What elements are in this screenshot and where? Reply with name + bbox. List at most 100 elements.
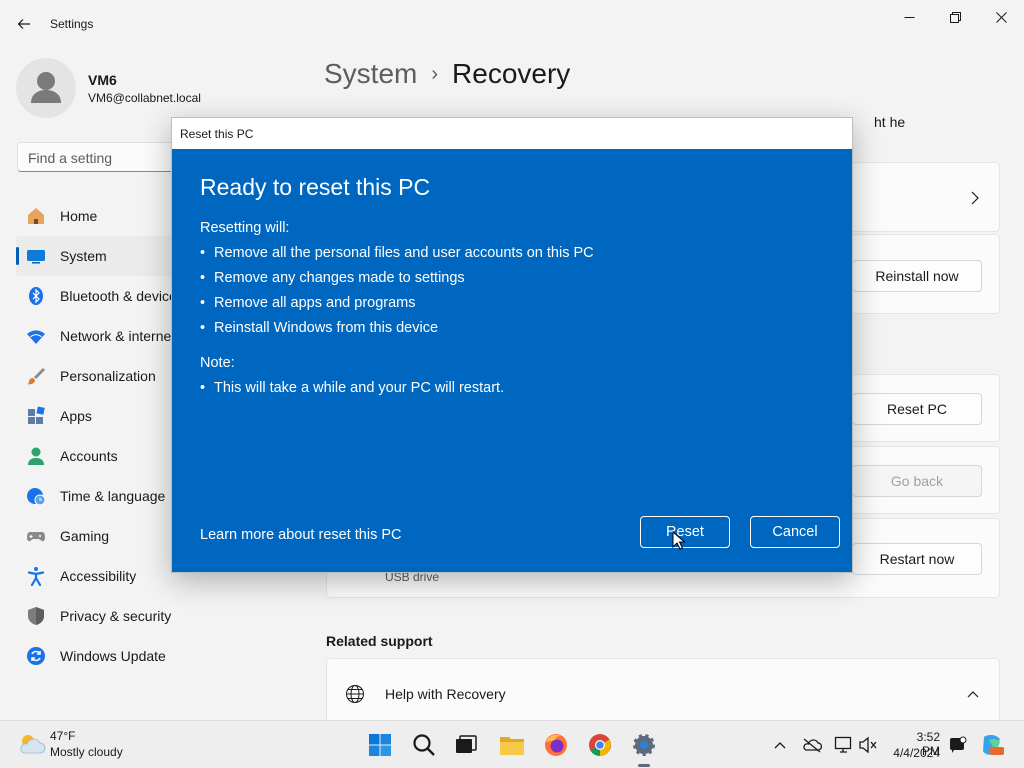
task-view-icon [456,735,477,753]
reset-pc-button[interactable]: Reset PC [852,393,982,425]
sidebar-item-privacy[interactable]: Privacy & security [16,596,296,636]
dialog-heading: Ready to reset this PC [200,174,431,200]
folder-icon [500,737,524,755]
avatar [16,58,76,118]
search-taskbar-button[interactable] [408,729,440,761]
title-bar: Settings [0,0,1024,48]
page-title: Recovery [452,58,571,89]
list-item: • Remove all apps and programs [200,291,594,316]
task-view-button[interactable] [450,729,482,761]
sidebar-item-label: Privacy & security [60,608,172,624]
list-item-text: Remove any changes made to settings [214,270,465,286]
copilot-button[interactable] [976,729,1008,761]
start-button[interactable] [364,729,396,761]
back-button[interactable] [10,10,38,38]
sidebar-item-label: Accessibility [60,568,137,584]
go-back-button[interactable]: Go back [852,465,982,497]
notification-icon [950,736,967,753]
dialog-body: Resetting will: • Remove all the personal… [200,216,594,401]
volume-tray-button[interactable] [858,735,878,755]
weather-widget[interactable]: 47°F Mostly cloudy [14,721,134,768]
settings-taskbar-button[interactable] [628,729,660,761]
minimize-icon [904,16,914,18]
list-item: • This will take a while and your PC will… [200,376,594,401]
search-placeholder: Find a setting [28,150,113,166]
home-icon [26,206,46,226]
sidebar-item-windows-update[interactable]: Windows Update [16,636,296,676]
resetting-label: Resetting will: [200,220,290,236]
list-item: • Reinstall Windows from this device [200,316,594,341]
sidebar-item-label: Bluetooth & devices [60,288,184,304]
user-email: VM6@collabnet.local [88,91,201,105]
accounts-icon [26,446,46,466]
taskbar: 47°F Mostly cloudy 3:52 PM 4/4/2024 [0,720,1024,768]
search-icon [413,734,435,756]
list-item-text: Remove all the personal files and user a… [214,245,594,261]
chevron-right-icon: › [431,62,439,85]
chevron-up-icon[interactable] [967,690,979,698]
shield-icon [26,606,46,626]
bluetooth-icon [26,286,46,306]
dialog-title: Reset this PC [180,127,254,141]
bullet: • [200,320,206,336]
dialog-title-bar: Reset this PC [172,118,852,149]
sidebar-item-label: Accounts [60,448,118,464]
onedrive-tray-button[interactable] [802,735,822,755]
person-icon [31,72,61,103]
tray-overflow-button[interactable] [770,735,790,755]
list-item-text: This will take a while and your PC will … [214,380,505,396]
app-title: Settings [50,17,94,31]
minimize-button[interactable] [886,0,932,34]
active-app-indicator [638,764,650,767]
reset-dialog: Reset this PC Ready to reset this PC Res… [171,117,853,573]
close-button[interactable] [978,0,1024,34]
network-monitor-icon [834,736,852,753]
firefox-button[interactable] [540,729,572,761]
globe-icon [346,685,364,703]
bullet: • [200,270,206,286]
note-label: Note: [200,355,235,371]
weather-description: Mostly cloudy [50,745,123,759]
sidebar-item-label: Home [60,208,98,224]
list-item-text: Remove all apps and programs [214,295,416,311]
gamepad-icon [26,526,46,546]
mouse-cursor-icon [672,531,686,550]
breadcrumb-parent[interactable]: System [324,58,417,90]
user-name: VM6 [88,72,117,88]
accessibility-icon [26,566,46,586]
close-icon [995,11,1007,23]
sidebar-item-label: Network & internet [60,328,176,344]
learn-more-link[interactable]: Learn more about reset this PC [200,527,402,543]
sidebar-item-label: Windows Update [60,648,166,664]
cloud-sun-icon [20,735,46,754]
chrome-button[interactable] [584,729,616,761]
sidebar-item-label: Apps [60,408,92,424]
cloud-offline-icon [803,738,822,753]
notification-button[interactable] [948,735,968,755]
maximize-button[interactable] [932,0,978,34]
volume-muted-icon [859,736,877,754]
gear-icon [633,734,655,756]
list-item: • Remove any changes made to settings [200,266,594,291]
cancel-button[interactable]: Cancel [750,516,840,548]
breadcrumb: System › Recovery [324,58,570,90]
back-arrow-icon [17,19,30,29]
globe-clock-icon [26,486,46,506]
restore-icon [949,11,961,23]
system-icon [26,246,46,266]
restart-now-button[interactable]: Restart now [852,543,982,575]
sidebar-item-label: System [60,248,107,264]
copilot-icon [983,734,1004,755]
windows-logo-icon [369,734,391,756]
bullet: • [200,245,206,261]
help-with-recovery-card[interactable]: Help with Recovery [326,658,1000,728]
list-item: • Remove all the personal files and user … [200,241,594,266]
clock-date: 4/4/2024 [893,746,940,760]
bullet: • [200,380,206,396]
user-profile[interactable]: VM6 VM6@collabnet.local [16,58,286,118]
file-explorer-button[interactable] [496,729,528,761]
network-tray-button[interactable] [834,735,854,755]
intro-text-visible: ht help. [874,114,906,130]
update-icon [26,646,46,666]
reinstall-now-button[interactable]: Reinstall now [852,260,982,292]
